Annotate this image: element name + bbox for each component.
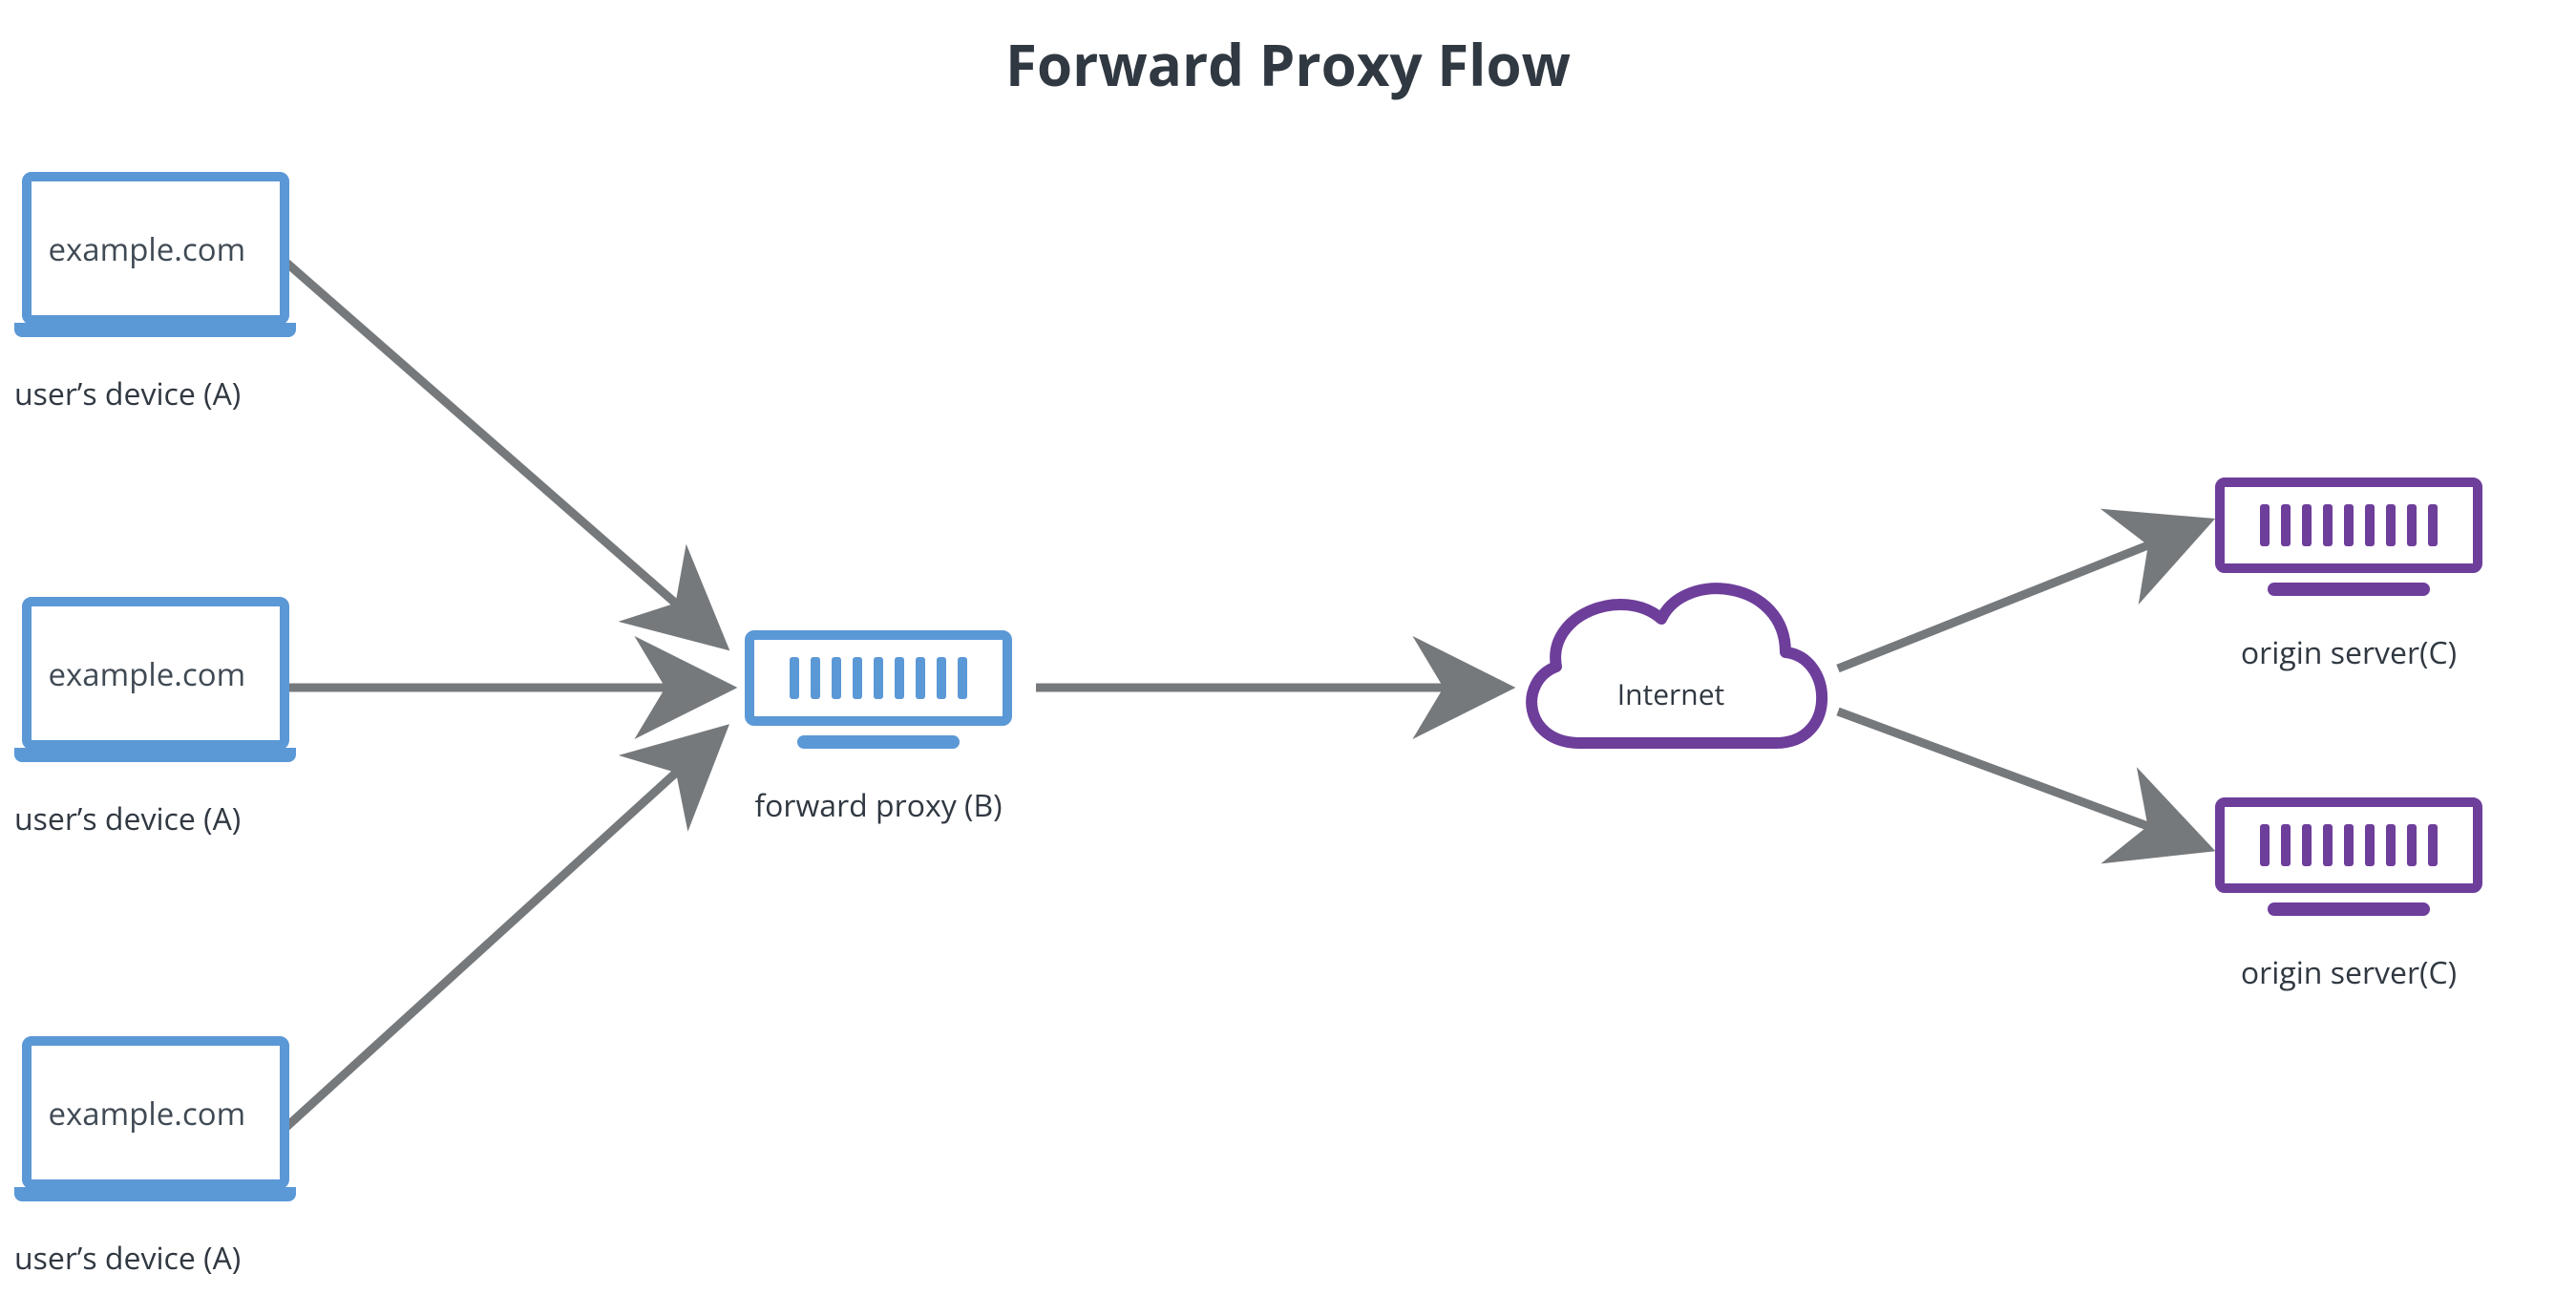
server-slot-icon: [2302, 504, 2312, 546]
server-slot-icon: [790, 657, 799, 699]
laptop-base-icon: [14, 1187, 296, 1201]
device-address: example.com: [49, 227, 246, 270]
origin-server-1: origin server(C): [2215, 478, 2482, 673]
server-icon: [2215, 797, 2482, 893]
laptop-base-icon: [14, 748, 296, 762]
server-slot-icon: [853, 657, 862, 699]
server-stand-icon: [2268, 583, 2430, 596]
server-slot-icon: [895, 657, 904, 699]
arrow-internet-to-origin2: [1838, 711, 2186, 840]
server-slot-icon: [2260, 824, 2270, 866]
server-slot-icon: [2302, 824, 2312, 866]
laptop-screen: example.com: [22, 597, 289, 750]
server-slot-icon: [2407, 824, 2417, 866]
arrow-internet-to-origin1: [1838, 530, 2186, 669]
server-slot-icon: [916, 657, 925, 699]
server-icon: [2215, 478, 2482, 573]
device-label: user’s device (A): [14, 1238, 296, 1279]
user-device-1: example.com user’s device (A): [14, 172, 296, 414]
diagram-stage: Forward Proxy Flow example.com: [0, 0, 2576, 1295]
server-slot-icon: [2344, 824, 2354, 866]
arrows-layer: [0, 0, 2576, 1295]
device-label: user’s device (A): [14, 798, 296, 839]
server-slot-icon: [2323, 504, 2333, 546]
cloud-label: Internet: [1499, 674, 1843, 713]
laptop-base-icon: [14, 323, 296, 337]
laptop-screen: example.com: [22, 1036, 289, 1189]
server-slot-icon: [811, 657, 820, 699]
device-label: user’s device (A): [14, 373, 296, 414]
user-device-3: example.com user’s device (A): [14, 1036, 296, 1279]
server-slot-icon: [2365, 824, 2375, 866]
server-icon: [745, 630, 1012, 726]
server-slot-icon: [2281, 824, 2291, 866]
server-slot-icon: [2428, 504, 2438, 546]
server-slot-icon: [2386, 504, 2396, 546]
server-stand-icon: [2268, 902, 2430, 916]
forward-proxy: forward proxy (B): [745, 630, 1012, 826]
internet-cloud: Internet: [1499, 552, 1843, 781]
server-slot-icon: [2428, 824, 2438, 866]
server-slot-icon: [2407, 504, 2417, 546]
arrow-device3-to-proxy: [286, 745, 707, 1127]
server-slot-icon: [958, 657, 967, 699]
server-stand-icon: [797, 735, 960, 749]
server-slot-icon: [2344, 504, 2354, 546]
server-slot-icon: [937, 657, 946, 699]
server-slot-icon: [2323, 824, 2333, 866]
user-device-2: example.com user’s device (A): [14, 597, 296, 839]
server-slot-icon: [2365, 504, 2375, 546]
server-slot-icon: [2260, 504, 2270, 546]
server-slot-icon: [2281, 504, 2291, 546]
laptop-screen: example.com: [22, 172, 289, 325]
proxy-label: forward proxy (B): [745, 785, 1012, 826]
device-address: example.com: [49, 1092, 246, 1135]
diagram-title: Forward Proxy Flow: [0, 25, 2576, 103]
server-slot-icon: [874, 657, 883, 699]
cloud-icon: [1499, 552, 1843, 781]
server-slot-icon: [2386, 824, 2396, 866]
device-address: example.com: [49, 652, 246, 695]
arrow-device1-to-proxy: [286, 263, 707, 630]
server-slot-icon: [832, 657, 841, 699]
origin-server-2: origin server(C): [2215, 797, 2482, 993]
origin-label: origin server(C): [2215, 952, 2482, 993]
origin-label: origin server(C): [2215, 632, 2482, 673]
